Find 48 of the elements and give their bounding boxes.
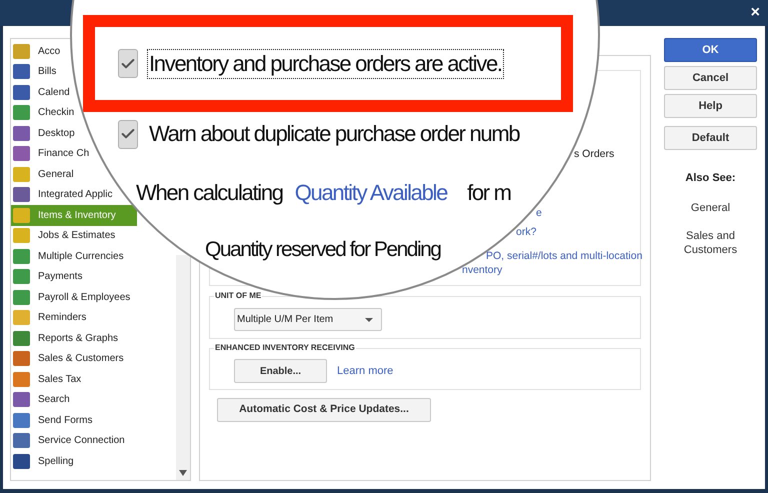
also-see-title: Also See: (684, 171, 737, 186)
sidebar-item[interactable]: Service Connection (11, 430, 125, 451)
sidebar-item[interactable]: General (11, 164, 74, 184)
dialog-button[interactable]: Help (664, 94, 757, 118)
option-label: s Orders (574, 148, 614, 160)
checkbox[interactable] (118, 120, 138, 148)
sidebar-item[interactable]: Reports & Graphs (11, 328, 118, 348)
sidebar-item[interactable]: Payments (11, 266, 82, 287)
sidebar-item[interactable]: Payroll & Employees (11, 287, 130, 308)
link-text[interactable]: PO, serial#/lots and multi-location (486, 250, 642, 262)
option-label: Warn about duplicate purchase order numb (148, 120, 521, 148)
sidebar-item[interactable]: Spelling (11, 451, 74, 472)
also-see-link[interactable]: General (664, 200, 757, 214)
sidebar-item[interactable]: Reminders (11, 308, 86, 328)
sidebar-item[interactable]: Send Forms (11, 410, 92, 430)
close-button[interactable]: × (750, 5, 760, 21)
calc-label: for m (467, 180, 511, 206)
dialog-button[interactable]: Cancel (664, 66, 757, 90)
sidebar-item[interactable]: Bills (11, 62, 56, 82)
sidebar-item[interactable]: Calend (11, 82, 70, 102)
sidebar-item[interactable]: Jobs & Estimates (11, 226, 116, 246)
also-see-link[interactable]: Sales and Customers (664, 228, 757, 256)
scrollbar[interactable] (176, 255, 190, 480)
option-label: Quantity reserved for Pending (205, 238, 440, 262)
learn-more-link[interactable]: Learn more (337, 362, 394, 380)
sidebar-item[interactable]: Checkin (11, 102, 74, 123)
sidebar-item[interactable]: Finance Ch (11, 144, 90, 164)
unit-dropdown[interactable]: Multiple U/M Per Item (234, 308, 382, 331)
calc-label: When calculating (136, 180, 283, 206)
sidebar-item[interactable]: Acco (11, 41, 60, 62)
option-label: Inventory and purchase orders are active. (147, 48, 504, 78)
enable-button[interactable]: Enable... (234, 359, 327, 383)
checkbox[interactable] (118, 49, 138, 78)
caret-icon (365, 318, 373, 322)
sidebar-item[interactable]: Search (11, 390, 70, 410)
sidebar-item[interactable]: Multiple Currencies (11, 246, 124, 266)
sidebar-item[interactable]: Desktop (11, 123, 75, 144)
link-text[interactable]: e (536, 207, 542, 219)
down-arrow-icon (179, 470, 187, 476)
dialog-button[interactable]: OK (664, 38, 757, 62)
dialog-button[interactable]: Default (664, 126, 757, 150)
sidebar-item[interactable]: Sales Tax (11, 369, 82, 390)
sidebar-item[interactable]: Sales & Customers (11, 348, 124, 369)
link-text[interactable]: ork? (516, 226, 536, 238)
sidebar-item[interactable]: Integrated Applic (11, 184, 112, 205)
auto-cost-button[interactable]: Automatic Cost & Price Updates... (217, 398, 431, 422)
link-text[interactable]: nventory (462, 264, 502, 276)
quantity-available-link[interactable]: Quantity Available (294, 180, 448, 206)
